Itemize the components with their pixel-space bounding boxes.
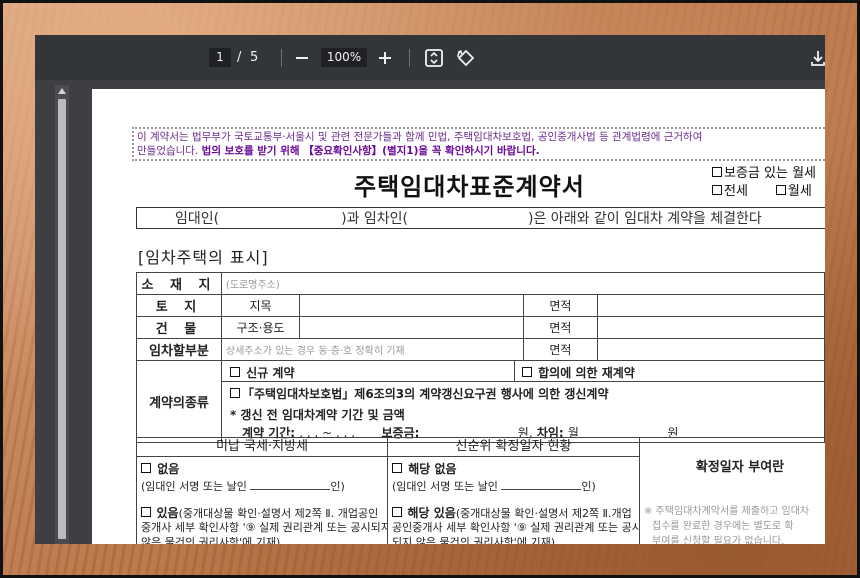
building-value xyxy=(299,316,524,339)
vertical-scrollbar[interactable] xyxy=(55,85,69,544)
type-option-jeonse-rent: 전세 월세 xyxy=(712,183,816,201)
checkbox-icon xyxy=(392,507,402,517)
page-total: 5 xyxy=(250,50,259,65)
fit-to-page-icon[interactable] xyxy=(423,47,445,69)
table-row: 토 지 지목 면적 xyxy=(136,294,825,317)
building-area-value xyxy=(597,316,825,339)
location-label: 소 재 지 xyxy=(136,272,222,295)
prior-have-desc-2: 공인중개사 세부 확인사항 '⑨ 실제 권리관계 또는 공시 xyxy=(392,521,640,534)
prior-sign-line: (임대인 서명 또는 날인 인) xyxy=(392,480,596,493)
download-icon[interactable] xyxy=(807,47,825,69)
land-label: 토 지 xyxy=(136,294,222,317)
contract-type-options: 보증금 있는 월세 전세 월세 xyxy=(712,165,816,201)
zoom-in-icon[interactable] xyxy=(374,47,396,69)
contract-kind-cell: 신규 계약 합의에 의한 재계약 「주택임대차보호법」제6조의3의 계약갱신요구… xyxy=(220,360,825,443)
fixed-note-1: ※ 주택임대차계약서를 제출하고 임대차 xyxy=(644,506,810,517)
rent-part-label: 임차할부분 xyxy=(136,338,222,361)
document-title: 주택임대차표준계약서 xyxy=(354,173,585,201)
type-option-deposit-rent: 보증금 있는 월세 xyxy=(712,165,816,183)
land-area-label: 면적 xyxy=(522,294,599,317)
notice-emphasis: 법의 보호를 받기 위해 【중요확인사항】(별지1)을 꼭 확인하시기 바랍니다… xyxy=(201,145,540,157)
contract-kind-row-1: 신규 계약 합의에 의한 재계약 xyxy=(221,361,824,382)
contract-kind-row-2: 「주택임대차보호법」제6조의3의 계약갱신요구권 행사에 의한 갱신계약 * 갱… xyxy=(222,382,824,442)
land-area-value xyxy=(597,294,825,317)
tax-column: 미납 국세·지방세 없음 (임대인 서명 또는 날인 인) 있음(중개대상물 확… xyxy=(136,437,388,544)
contract-right-label: 「주택임대차보호법」제6조의3의 계약갱신요구권 행사에 의한 갱신계약 xyxy=(241,387,609,401)
fixed-note-2: 접수를 완료한 경우에는 별도로 확 xyxy=(652,521,794,532)
checkbox-icon xyxy=(521,367,532,377)
building-label: 건 물 xyxy=(136,316,222,339)
checkbox-icon xyxy=(229,367,240,377)
prior-have-desc-3: 되지 않은 물건의 권리사항'에 기재) xyxy=(392,536,555,544)
rotate-icon[interactable] xyxy=(455,47,477,69)
scrollbar-thumb[interactable] xyxy=(58,99,66,539)
prior-header: 선순위 확정일자 현황 xyxy=(388,438,639,457)
zoom-out-icon[interactable] xyxy=(291,47,313,69)
fixed-note-3: 부여를 신청할 필요가 없습니다. xyxy=(652,536,785,544)
prior-date-column: 선순위 확정일자 현황 해당 없음 (임대인 서명 또는 날인 인) 해당 있음… xyxy=(387,437,640,544)
checkbox-icon xyxy=(229,388,240,398)
contract-renew-label: 합의에 의한 재계약 xyxy=(538,366,635,380)
checkbox-icon xyxy=(141,463,151,473)
section-title: [임차주택의 표시] xyxy=(138,248,269,267)
land-sub: 지목 xyxy=(220,294,301,317)
prior-none: 해당 없음 xyxy=(408,462,457,476)
pdf-viewer-window: 1 / 5 100% 이 계약서는 법무부가 국토교통부·서울시 및 관련 전문… xyxy=(35,35,825,544)
building-sub: 구조·용도 xyxy=(220,316,301,339)
bottom-status-table: 미납 국세·지방세 없음 (임대인 서명 또는 날인 인) 있음(중개대상물 확… xyxy=(136,437,825,544)
checkbox-icon xyxy=(712,167,722,177)
tax-header: 미납 국세·지방세 xyxy=(137,438,387,457)
rent-part-value: 상세주소가 있는 경우 동·층·호 정확히 기재 xyxy=(220,338,524,361)
page-separator: / xyxy=(237,50,242,65)
toolbar-divider xyxy=(281,49,282,67)
prev-contract-note: * 갱신 전 임대차계약 기간 및 금액 xyxy=(229,408,405,422)
page-number-input[interactable]: 1 xyxy=(209,48,231,67)
fixed-date-column: 확정일자 부여란 ※ 주택임대차계약서를 제출하고 임대차 접수를 완료한 경우… xyxy=(639,437,825,544)
contract-kind-label: 계약의종류 xyxy=(136,360,222,443)
table-row: 소 재 지 (도로명주소) xyxy=(136,272,825,295)
notice-line-2: 만들었습니다. 법의 보호를 받기 위해 【중요확인사항】(별지1)을 꼭 확인… xyxy=(137,145,540,157)
tax-have-desc-2: 중개사 세부 확인사항 '⑨ 실제 권리관계 또는 공시되지 xyxy=(141,521,388,534)
checkbox-icon xyxy=(141,507,151,517)
checkbox-icon xyxy=(392,463,402,473)
pdf-page: 이 계약서는 법무부가 국토교통부·서울시 및 관련 전문가들과 함께 민법, … xyxy=(92,89,825,544)
scroll-up-arrow-icon[interactable] xyxy=(58,88,66,94)
checkbox-icon xyxy=(712,185,722,195)
rent-part-area-label: 면적 xyxy=(522,338,599,361)
tax-sign-line: (임대인 서명 또는 날인 인) xyxy=(141,480,345,493)
contract-new-label: 신규 계약 xyxy=(246,366,295,380)
legal-notice-box: 이 계약서는 법무부가 국토교통부·서울시 및 관련 전문가들과 함께 민법, … xyxy=(132,127,825,161)
zoom-level-input[interactable]: 100% xyxy=(321,48,367,67)
pdf-toolbar: 1 / 5 100% xyxy=(35,35,825,80)
toolbar-divider xyxy=(409,49,410,67)
contract-intro-box: 임대인()과 임차인()은 아래와 같이 임대차 계약을 체결한다 xyxy=(136,207,825,229)
building-area-label: 면적 xyxy=(522,316,599,339)
notice-line-1: 이 계약서는 법무부가 국토교통부·서울시 및 관련 전문가들과 함께 민법, … xyxy=(137,131,703,143)
location-cell: (도로명주소) xyxy=(220,272,825,295)
rent-part-area-value xyxy=(597,338,825,361)
table-row: 건 물 구조·용도 면적 xyxy=(136,316,825,339)
tax-none: 없음 xyxy=(157,462,180,476)
fixed-date-header: 확정일자 부여란 xyxy=(695,460,785,475)
table-row: 임차할부분 상세주소가 있는 경우 동·층·호 정확히 기재 면적 xyxy=(136,338,825,361)
checkbox-icon xyxy=(775,185,786,195)
table-row: 계약의종류 신규 계약 합의에 의한 재계약 「주택임대차보호법」제6조의3의 … xyxy=(136,360,825,443)
tax-have-desc-3: 않은 물건의 권리사항'에 기재) xyxy=(141,536,281,544)
property-table: 소 재 지 (도로명주소) 토 지 지목 면적 건 물 구조·용도 면적 임차할… xyxy=(136,272,825,443)
land-value xyxy=(299,294,524,317)
